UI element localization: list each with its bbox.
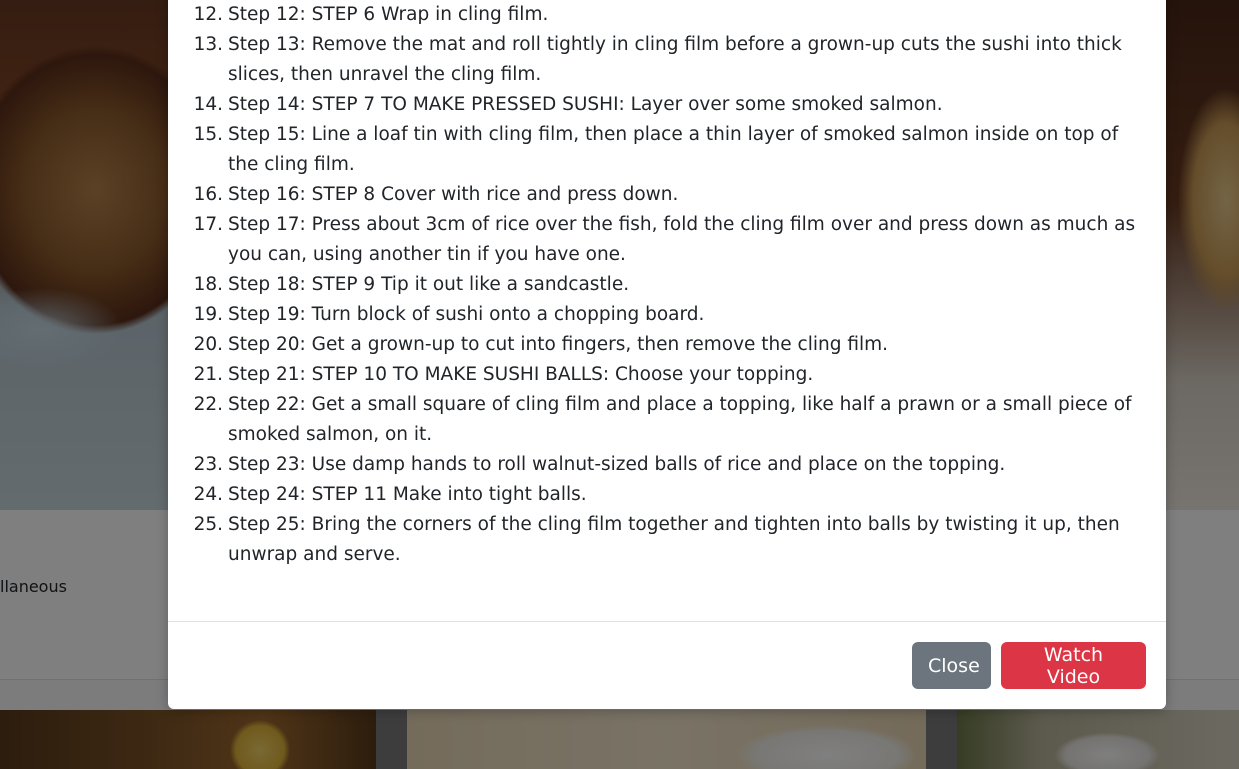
step-number: 16. [193,184,223,205]
step-text: Step 15: Line a loaf tin with cling film… [228,124,1119,175]
step-number: 24. [193,484,223,505]
step-number: 14. [193,94,223,115]
instruction-step: 17. Step 17: Press about 3cm of rice over… [168,210,1166,270]
instruction-step: 14. Step 14: STEP 7 TO MAKE PRESSED SUSHI… [168,90,1166,120]
recipe-modal: tight roll.12.Step 12: STEP 6 Wrap in cl… [168,0,1166,709]
step-number: 20. [193,334,223,355]
step-number: 13. [193,34,223,55]
instruction-step: 24. Step 24: STEP 11 Make into tight ball… [168,480,1166,510]
step-number: 17. [193,214,223,235]
step-text: Step 20: Get a grown-up to cut into fing… [228,334,889,355]
step-text: Step 13: Remove the mat and roll tightly… [228,34,1122,85]
step-number: 15. [193,124,223,145]
instruction-step: 19. Step 19: Turn block of sushi onto a c… [168,300,1166,330]
step-number: 12. [193,4,223,25]
step-number: 25. [193,514,223,535]
instruction-step: 12. Step 12: STEP 6 Wrap in cling film. [168,0,1166,30]
step-number: 21. [193,364,223,385]
close-button[interactable]: Close [912,642,991,689]
step-number: 18. [193,274,223,295]
step-text: Step 19: Turn block of sushi onto a chop… [228,304,705,325]
watch-video-button[interactable]: Watch Video [1001,642,1146,689]
step-text: Step 12: STEP 6 Wrap in cling film. [228,4,549,25]
modal-footer: Close Watch Video [168,621,1166,709]
instruction-step: 20. Step 20: Get a grown-up to cut into f… [168,330,1166,360]
step-text: Step 18: STEP 9 Tip it out like a sandca… [228,274,630,295]
instruction-step: 16. Step 16: STEP 8 Cover with rice and p… [168,180,1166,210]
step-number: 19. [193,304,223,325]
step-text: Step 22: Get a small square of cling fil… [228,394,1132,445]
instruction-step: 18. Step 18: STEP 9 Tip it out like a san… [168,270,1166,300]
step-text: Step 14: STEP 7 TO MAKE PRESSED SUSHI: L… [228,94,943,115]
instruction-step: 21. Step 21: STEP 10 TO MAKE SUSHI BALLS:… [168,360,1166,390]
instruction-step: 25. Step 25: Bring the corners of the cli… [168,510,1166,570]
step-text: Step 17: Press about 3cm of rice over th… [228,214,1136,265]
instructions-list: tight roll.12.Step 12: STEP 6 Wrap in cl… [168,0,1166,570]
step-text: Step 25: Bring the corners of the cling … [228,514,1120,565]
modal-body[interactable]: tight roll.12.Step 12: STEP 6 Wrap in cl… [168,0,1166,621]
step-text: Step 24: STEP 11 Make into tight balls. [228,484,587,505]
instruction-step: 22. Step 22: Get a small square of cling … [168,390,1166,450]
step-text: Step 23: Use damp hands to roll walnut-s… [228,454,1006,475]
instruction-step: 13. Step 13: Remove the mat and roll tigh… [168,30,1166,90]
step-number: 23. [193,454,223,475]
instruction-step: 15. Step 15: Line a loaf tin with cling f… [168,120,1166,180]
step-text: Step 21: STEP 10 TO MAKE SUSHI BALLS: Ch… [228,364,814,385]
step-text: Step 16: STEP 8 Cover with rice and pres… [228,184,679,205]
step-number: 22. [193,394,223,415]
instruction-step: 23. Step 23: Use damp hands to roll walnu… [168,450,1166,480]
